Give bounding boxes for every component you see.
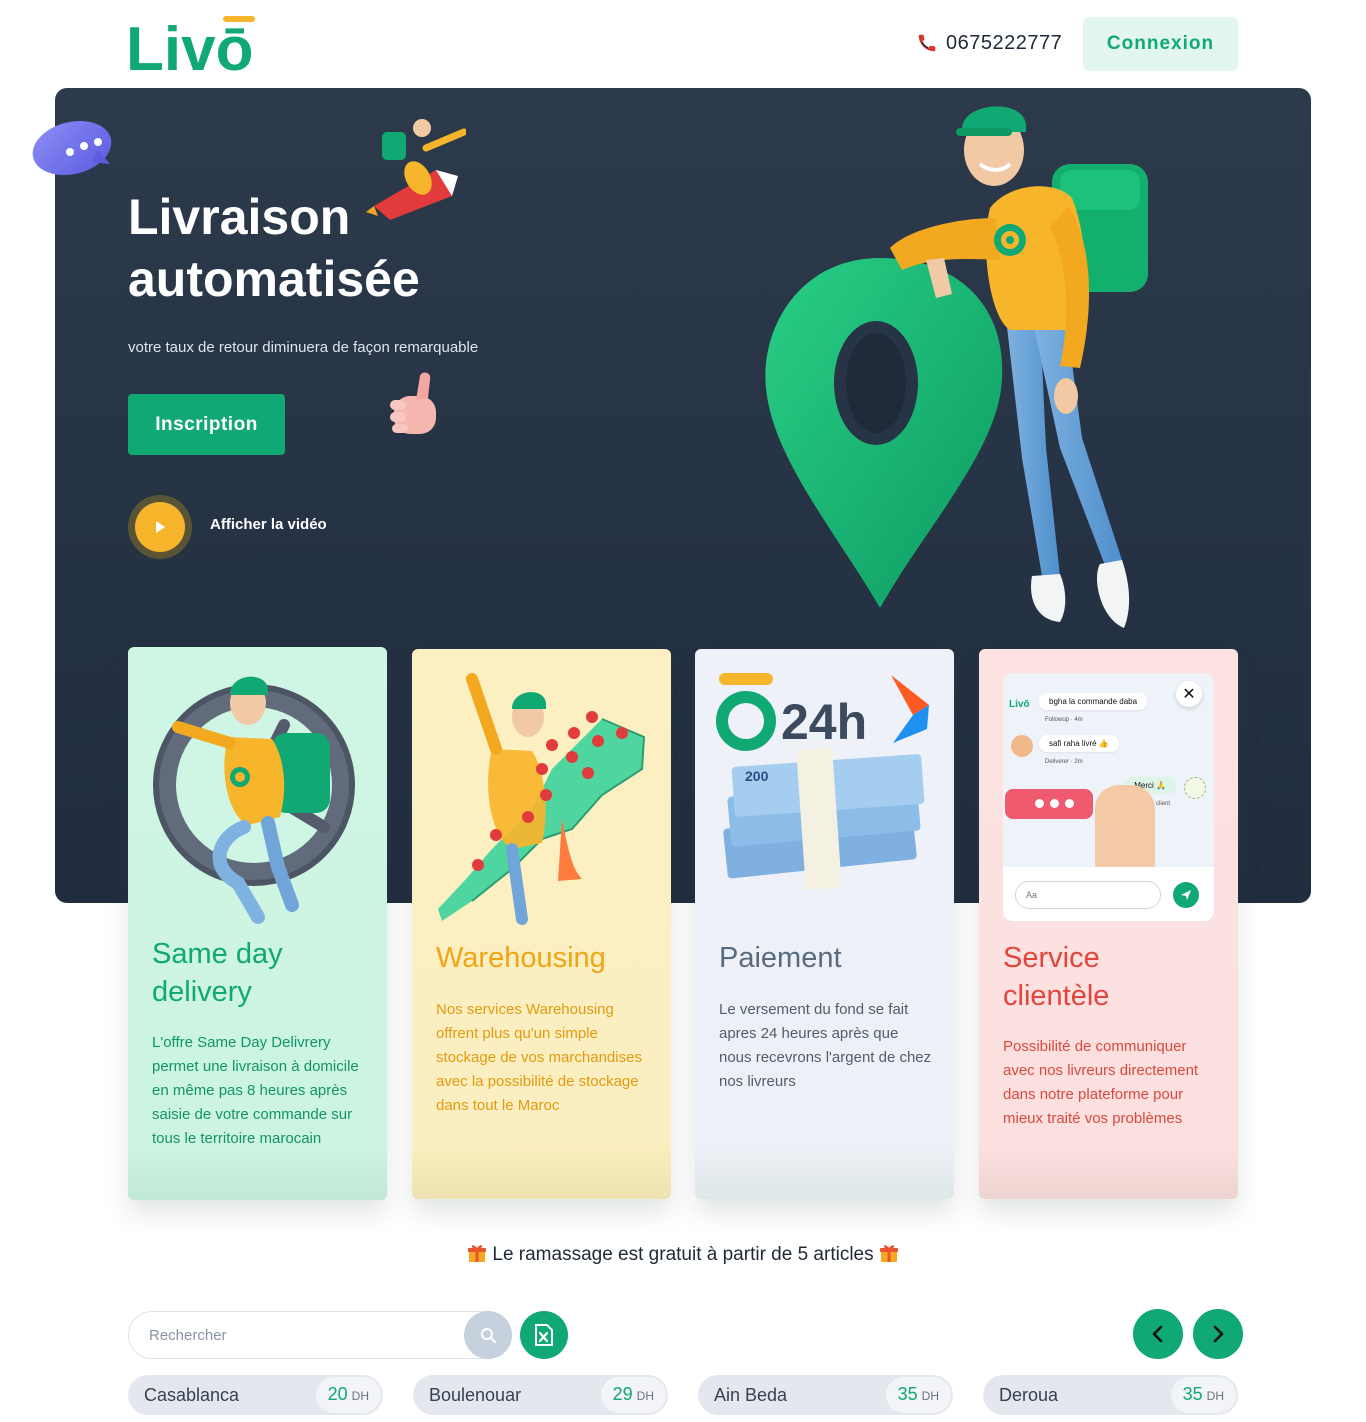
card-service-clientele[interactable]: ✕ Livō bgha la commande daba Followup · …: [979, 649, 1238, 1199]
city-price: 20 DH: [315, 1377, 381, 1413]
card-warehousing[interactable]: Warehousing Nos services Warehousing off…: [412, 649, 671, 1199]
phone-number: 0675222777: [946, 31, 1063, 54]
card-title-same-day: Same day delivery: [152, 938, 283, 1008]
search-button[interactable]: [464, 1311, 512, 1359]
card-title-warehousing: Warehousing: [436, 942, 606, 974]
card-text-paiement: Le versement du fond se fait apres 24 he…: [719, 1001, 932, 1090]
hero-title-line1: Livraison: [128, 189, 351, 245]
city-price-chip[interactable]: Ain Beda 35 DH: [698, 1375, 953, 1415]
chat-mockup: ✕ Livō bgha la commande daba Followup · …: [1003, 673, 1214, 921]
avatar: [1184, 777, 1206, 799]
card-text-service: Possibilité de communiquer avec nos livr…: [1003, 1038, 1199, 1127]
cash-24h-illustration: 24h 200: [716, 673, 929, 891]
close-icon[interactable]: ✕: [1176, 681, 1202, 707]
chat-message: bgha la commande daba: [1039, 693, 1148, 710]
badge-24h: 24h: [781, 694, 867, 750]
promo-text: Le ramassage est gratuit à partir de 5 a…: [492, 1244, 874, 1265]
gift-icon: [879, 1245, 898, 1262]
chat-input[interactable]: [1015, 881, 1161, 909]
city-name: Boulenouar: [429, 1385, 522, 1405]
logo-text: Livō: [126, 15, 253, 74]
phone-contact[interactable]: 0675222777: [916, 30, 1062, 56]
morocco-map-courier-illustration: [438, 673, 646, 925]
export-excel-button[interactable]: [520, 1311, 568, 1359]
search-input[interactable]: [149, 1312, 459, 1358]
hero-title: Livraison automatisée: [128, 186, 548, 310]
connexion-button[interactable]: Connexion: [1083, 17, 1238, 71]
send-icon: [1181, 890, 1191, 900]
thumbs-up-icon: [390, 372, 436, 434]
search-icon: [481, 1328, 496, 1343]
prev-button[interactable]: [1133, 1309, 1183, 1359]
hero-title-line2: automatisée: [128, 251, 420, 307]
city-price-chip[interactable]: Deroua 35 DH: [983, 1375, 1238, 1415]
play-icon: [156, 521, 165, 533]
chat-bubble-icon: [32, 120, 112, 176]
video-label[interactable]: Afficher la vidéo: [210, 516, 327, 533]
card-text-warehousing: Nos services Warehousing offrent plus qu…: [436, 1001, 642, 1114]
chevron-left-icon: [1152, 1325, 1163, 1343]
card-same-day-delivery[interactable]: Same day delivery L'offre Same Day Delivr…: [128, 647, 387, 1200]
typing-bubble-icon: [1005, 789, 1093, 819]
chat-meta: Deliverer · 2m: [1045, 759, 1083, 765]
phone-icon: [918, 34, 936, 52]
chat-logo: Livō: [1009, 699, 1030, 710]
bill-value: 200: [745, 768, 769, 784]
play-video-button[interactable]: [128, 495, 192, 559]
chat-meta: Followup · 4m: [1045, 717, 1083, 723]
card-paiement[interactable]: 24h 200 Paiement Le versement du fond se…: [695, 649, 954, 1199]
chat-message: safi raha livré 👍: [1039, 735, 1119, 752]
excel-icon: [535, 1324, 553, 1346]
clock-courier-illustration: [153, 676, 355, 924]
city-name: Ain Beda: [714, 1385, 788, 1405]
city-price: 29 DH: [600, 1377, 666, 1413]
card-title-paiement: Paiement: [719, 942, 842, 974]
card-title-service: Service clientèle: [1003, 942, 1110, 1012]
livo-logo[interactable]: Livō: [126, 14, 258, 84]
courier-map-pin-illustration: [765, 106, 1148, 628]
avatar: [1011, 735, 1033, 757]
card-text-same-day: L'offre Same Day Delivrery permet une li…: [152, 1034, 359, 1147]
free-pickup-banner: Le ramassage est gratuit à partir de 5 a…: [0, 1243, 1366, 1266]
city-name: Deroua: [999, 1385, 1059, 1405]
city-price-chip[interactable]: Boulenouar 29 DH: [413, 1375, 668, 1415]
gift-icon: [468, 1245, 487, 1262]
chevron-right-icon: [1213, 1325, 1224, 1343]
hero-subtitle: votre taux de retour diminuera de façon …: [128, 339, 479, 356]
city-price: 35 DH: [885, 1377, 951, 1413]
next-button[interactable]: [1193, 1309, 1243, 1359]
send-button[interactable]: [1173, 882, 1199, 908]
city-price: 35 DH: [1170, 1377, 1236, 1413]
city-name: Casablanca: [144, 1385, 240, 1405]
inscription-button[interactable]: Inscription: [128, 394, 285, 455]
search-field: [128, 1311, 512, 1359]
city-price-chip[interactable]: Casablanca 20 DH: [128, 1375, 383, 1415]
